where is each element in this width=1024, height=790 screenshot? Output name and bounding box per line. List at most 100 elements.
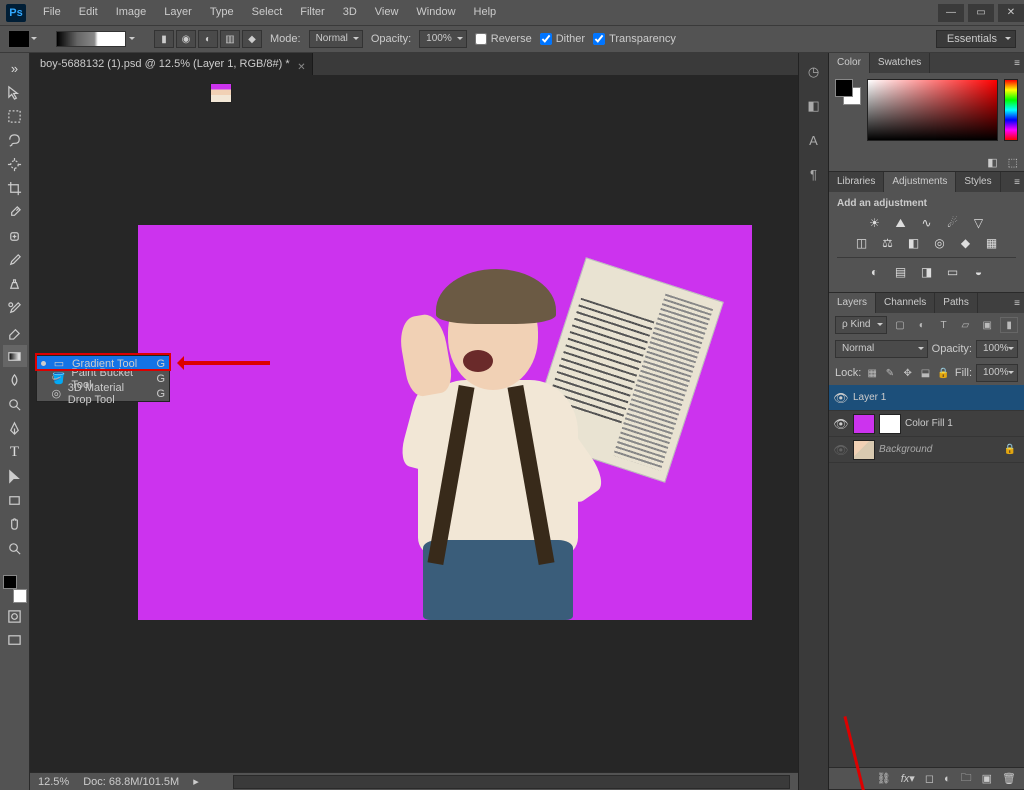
hue-slider[interactable]	[1004, 79, 1018, 141]
color-foot-icon[interactable]: ⬚	[1008, 156, 1018, 169]
filter-type-icon[interactable]: T	[935, 317, 953, 333]
lock-all-icon[interactable]: 🔒	[936, 365, 950, 381]
pen-tool[interactable]	[3, 417, 27, 439]
levels-icon[interactable]: ⛰	[892, 215, 910, 231]
menu-type[interactable]: Type	[201, 0, 243, 25]
adjustments-tab[interactable]: Adjustments	[884, 172, 956, 192]
move-tool[interactable]	[3, 81, 27, 103]
gradient-linear-button[interactable]: ▮	[154, 30, 174, 48]
marquee-tool[interactable]	[3, 105, 27, 127]
properties-panel-icon[interactable]: ◧	[805, 97, 823, 115]
delete-layer-icon[interactable]: 🗑	[1002, 772, 1016, 785]
character-panel-icon[interactable]: A	[805, 131, 823, 149]
swatches-tab[interactable]: Swatches	[870, 53, 930, 73]
paragraph-panel-icon[interactable]: ¶	[805, 165, 823, 183]
visibility-toggle[interactable]: 👁	[833, 443, 849, 457]
gradient-picker[interactable]	[56, 31, 126, 47]
menu-help[interactable]: Help	[465, 0, 506, 25]
color-tab[interactable]: Color	[829, 53, 870, 73]
reverse-checkbox[interactable]: Reverse	[475, 33, 532, 45]
color-chips[interactable]	[835, 79, 861, 147]
foreground-background-colors[interactable]	[3, 575, 27, 603]
expand-toolbar-icon[interactable]: »	[3, 57, 27, 79]
dither-checkbox[interactable]: Dither	[540, 33, 585, 45]
crop-tool[interactable]	[3, 177, 27, 199]
layer-row[interactable]: 👁 Background 🔒	[829, 437, 1024, 463]
invert-icon[interactable]: ◐	[866, 264, 884, 280]
gradient-map-icon[interactable]: ▭	[944, 264, 962, 280]
dodge-tool[interactable]	[3, 393, 27, 415]
menu-3d[interactable]: 3D	[334, 0, 366, 25]
lock-pixels-icon[interactable]: ▦	[865, 365, 879, 381]
blend-mode-dropdown[interactable]: Normal	[309, 30, 363, 48]
gradient-angle-button[interactable]: ◐	[198, 30, 218, 48]
layer-thumbnail[interactable]	[853, 414, 875, 434]
blend-mode-dropdown[interactable]: Normal	[835, 340, 928, 358]
layer-filter-kind-dropdown[interactable]: ρ Kind	[835, 316, 887, 334]
menu-file[interactable]: File	[34, 0, 70, 25]
gradient-radial-button[interactable]: ◉	[176, 30, 196, 48]
document-tab[interactable]: boy-5688132 (1).psd @ 12.5% (Layer 1, RG…	[30, 53, 313, 75]
color-lookup-icon[interactable]: ▦	[983, 235, 1001, 251]
healing-brush-tool[interactable]	[3, 225, 27, 247]
layer-style-icon[interactable]: fx▾	[901, 772, 915, 785]
rectangle-tool[interactable]	[3, 489, 27, 511]
gradient-tool[interactable]	[3, 345, 27, 367]
screen-mode-button[interactable]	[3, 629, 27, 651]
workspace-switcher[interactable]: Essentials	[936, 30, 1016, 48]
menu-window[interactable]: Window	[407, 0, 464, 25]
new-adjustment-icon[interactable]: ◐	[944, 773, 951, 785]
filter-pixel-icon[interactable]: ▢	[891, 317, 909, 333]
horizontal-scrollbar[interactable]	[233, 775, 790, 789]
lock-position-icon[interactable]: ✎	[883, 365, 897, 381]
layers-tab[interactable]: Layers	[829, 293, 876, 313]
menu-image[interactable]: Image	[107, 0, 156, 25]
paths-tab[interactable]: Paths	[935, 293, 978, 313]
blur-tool[interactable]	[3, 369, 27, 391]
hue-sat-icon[interactable]: ◫	[853, 235, 871, 251]
minimize-button[interactable]: —	[938, 4, 964, 22]
layer-row[interactable]: 👁 Color Fill 1	[829, 411, 1024, 437]
maximize-button[interactable]: ▭	[968, 4, 994, 22]
history-brush-tool[interactable]	[3, 297, 27, 319]
filter-smart-icon[interactable]: ▣	[978, 317, 996, 333]
link-layers-icon[interactable]: ⛓	[877, 772, 891, 785]
eyedropper-tool[interactable]	[3, 201, 27, 223]
zoom-level[interactable]: 12.5%	[38, 776, 69, 788]
channels-tab[interactable]: Channels	[876, 293, 935, 313]
layer-row[interactable]: 👁 Layer 1	[829, 385, 1024, 411]
doc-size[interactable]: Doc: 68.8M/101.5M	[83, 776, 179, 788]
saturation-value-picker[interactable]	[867, 79, 998, 141]
curves-icon[interactable]: ∿	[918, 215, 936, 231]
layer-name[interactable]: Background	[879, 444, 932, 455]
lock-artboard-icon[interactable]: ⬓	[919, 365, 933, 381]
type-tool[interactable]: T	[3, 441, 27, 463]
quick-mask-button[interactable]	[3, 605, 27, 627]
layer-opacity-dropdown[interactable]: 100%	[976, 340, 1018, 358]
layer-mask-thumbnail[interactable]	[879, 414, 901, 434]
layer-name[interactable]: Layer 1	[853, 392, 886, 403]
gradient-diamond-button[interactable]: ◆	[242, 30, 262, 48]
color-panel-menu[interactable]: ≡	[1010, 53, 1024, 73]
zoom-tool[interactable]	[3, 537, 27, 559]
eraser-tool[interactable]	[3, 321, 27, 343]
color-foot-icon[interactable]: ◧	[987, 156, 997, 169]
brightness-contrast-icon[interactable]: ☀	[866, 215, 884, 231]
vibrance-icon[interactable]: ▽	[970, 215, 988, 231]
exposure-icon[interactable]: ☄	[944, 215, 962, 231]
viewport[interactable]	[30, 75, 798, 772]
add-mask-icon[interactable]: ◻	[925, 772, 934, 785]
adjustments-panel-menu[interactable]: ≡	[1010, 172, 1024, 192]
hand-tool[interactable]	[3, 513, 27, 535]
menu-select[interactable]: Select	[243, 0, 292, 25]
new-group-icon[interactable]: 🗀	[961, 769, 972, 788]
close-button[interactable]: ✕	[998, 4, 1024, 22]
transparency-checkbox[interactable]: Transparency	[593, 33, 676, 45]
layer-thumbnail[interactable]	[853, 440, 875, 460]
posterize-icon[interactable]: ▤	[892, 264, 910, 280]
layer-name[interactable]: Color Fill 1	[905, 418, 953, 429]
visibility-toggle[interactable]: 👁	[833, 417, 849, 431]
lock-move-icon[interactable]: ✥	[901, 365, 915, 381]
menu-edit[interactable]: Edit	[70, 0, 107, 25]
styles-tab[interactable]: Styles	[956, 172, 1000, 192]
